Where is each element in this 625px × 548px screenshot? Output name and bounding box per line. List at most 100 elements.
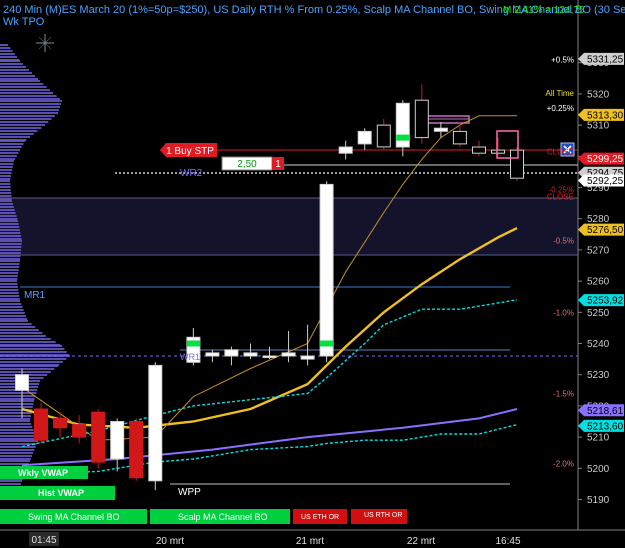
- profile-bar: [0, 50, 13, 52]
- candle-down: [472, 146, 486, 154]
- profile-bar: [0, 200, 12, 202]
- profile-bar: [0, 446, 36, 448]
- candle-down: [72, 424, 87, 438]
- profile-bar: [0, 420, 30, 422]
- candle-up: [15, 374, 29, 391]
- signal-marker: [396, 134, 410, 141]
- buy-stop-order[interactable]: 1 Buy STP: [160, 143, 217, 157]
- profile-bar: [0, 235, 21, 237]
- profile-bar: [0, 483, 21, 485]
- profile-bar: [0, 348, 65, 350]
- buy-stop-label[interactable]: 1 Buy STP: [166, 146, 214, 157]
- profile-bar: [0, 169, 13, 171]
- candle-down: [510, 149, 524, 179]
- y-tick-label: 5210: [587, 433, 610, 444]
- profile-bar: [0, 438, 38, 440]
- profile-bar: [0, 315, 26, 317]
- pct-label: CLOSE: [547, 192, 574, 201]
- profile-bar: [0, 127, 42, 129]
- profile-bar: [0, 212, 16, 214]
- profile-bar: [0, 192, 12, 194]
- level-label-wr1: WR1: [180, 352, 200, 362]
- profile-bar: [0, 345, 62, 347]
- price-tag-label: 5276,50: [587, 225, 624, 236]
- profile-bar: [0, 368, 55, 370]
- profile-bar: [0, 160, 14, 162]
- us-rth-label: US RTH OR: [364, 512, 402, 519]
- profile-bar: [0, 365, 58, 367]
- profile-bar: [0, 415, 31, 417]
- profile-bar: [0, 443, 37, 445]
- x-tick-3: 16:45: [495, 536, 520, 547]
- price-tag-label: 5213,60: [587, 421, 624, 432]
- candle-up: [300, 355, 315, 360]
- pct-label: CLOSE: [547, 148, 574, 157]
- order-qty-widget[interactable]: 2,50 1: [221, 156, 284, 171]
- y-tick-label: 5270: [587, 245, 610, 256]
- candle-up: [281, 352, 296, 357]
- profile-bar: [0, 166, 13, 168]
- profile-bar: [0, 329, 39, 331]
- y-tick-label: 5190: [587, 495, 610, 506]
- profile-bar: [0, 218, 18, 220]
- level-label-wr2: WR2: [180, 168, 203, 179]
- profile-bar: [0, 418, 31, 420]
- profile-bar: [0, 341, 56, 343]
- profile-bar: [0, 260, 20, 262]
- candle-down: [129, 421, 144, 479]
- profile-bar: [0, 246, 22, 248]
- profile-bar: [0, 426, 33, 428]
- profile-bar: [0, 266, 20, 268]
- price-chart[interactable]: WR2 MR1 WR1 WPP 1 Buy STP 2,50 1 +0.5% Al…: [0, 0, 625, 548]
- profile-bar: [0, 66, 26, 68]
- profile-bar: [0, 75, 35, 77]
- candle-up: [433, 127, 448, 132]
- pct-label: +0.25%: [547, 104, 574, 113]
- profile-bar: [0, 223, 19, 225]
- profile-bar: [0, 100, 62, 102]
- candle-up: [338, 146, 353, 154]
- profile-bar: [0, 53, 15, 55]
- profile-bar: [0, 95, 57, 97]
- pct-label: -1.5%: [553, 389, 574, 398]
- profile-bar: [0, 215, 17, 217]
- order-count[interactable]: 1: [275, 159, 281, 170]
- profile-bar: [0, 158, 16, 160]
- profile-bar: [0, 229, 20, 231]
- candle-up: [205, 352, 220, 357]
- x-tick-2: 22 mrt: [407, 536, 436, 547]
- profile-bar: [0, 312, 25, 314]
- time-cursor-label: 01:45: [31, 535, 56, 546]
- order-qty-value[interactable]: 2,50: [237, 159, 257, 170]
- value-area-band: [0, 198, 578, 255]
- profile-bar: [0, 220, 18, 222]
- profile-bar: [0, 133, 34, 135]
- profile-bar: [0, 115, 55, 117]
- profile-bar: [0, 112, 58, 114]
- profile-bar: [0, 172, 12, 174]
- profile-bar: [0, 175, 11, 177]
- profile-bar: [0, 183, 11, 185]
- candle-up: [357, 130, 372, 145]
- profile-bar: [0, 455, 32, 457]
- profile-bar: [0, 98, 60, 100]
- profile-bar: [0, 280, 17, 282]
- profile-bar: [0, 203, 13, 205]
- profile-bar: [0, 263, 20, 265]
- profile-bar: [0, 155, 17, 157]
- price-tag-label: 5331,25: [587, 54, 624, 65]
- profile-bar: [0, 400, 34, 402]
- signal-marker: [186, 340, 200, 347]
- y-tick-label: 5230: [587, 370, 610, 381]
- price-tag-label: 5253,92: [587, 296, 624, 307]
- profile-bar: [0, 136, 30, 138]
- profile-bar: [0, 152, 19, 154]
- profile-bar: [0, 292, 19, 294]
- profile-bar: [0, 269, 19, 271]
- y-tick-label: 5310: [587, 121, 610, 132]
- profile-bar: [0, 44, 8, 46]
- profile-bar: [0, 124, 45, 126]
- profile-bar: [0, 412, 32, 414]
- profile-bar: [0, 206, 14, 208]
- candle-up: [110, 421, 125, 460]
